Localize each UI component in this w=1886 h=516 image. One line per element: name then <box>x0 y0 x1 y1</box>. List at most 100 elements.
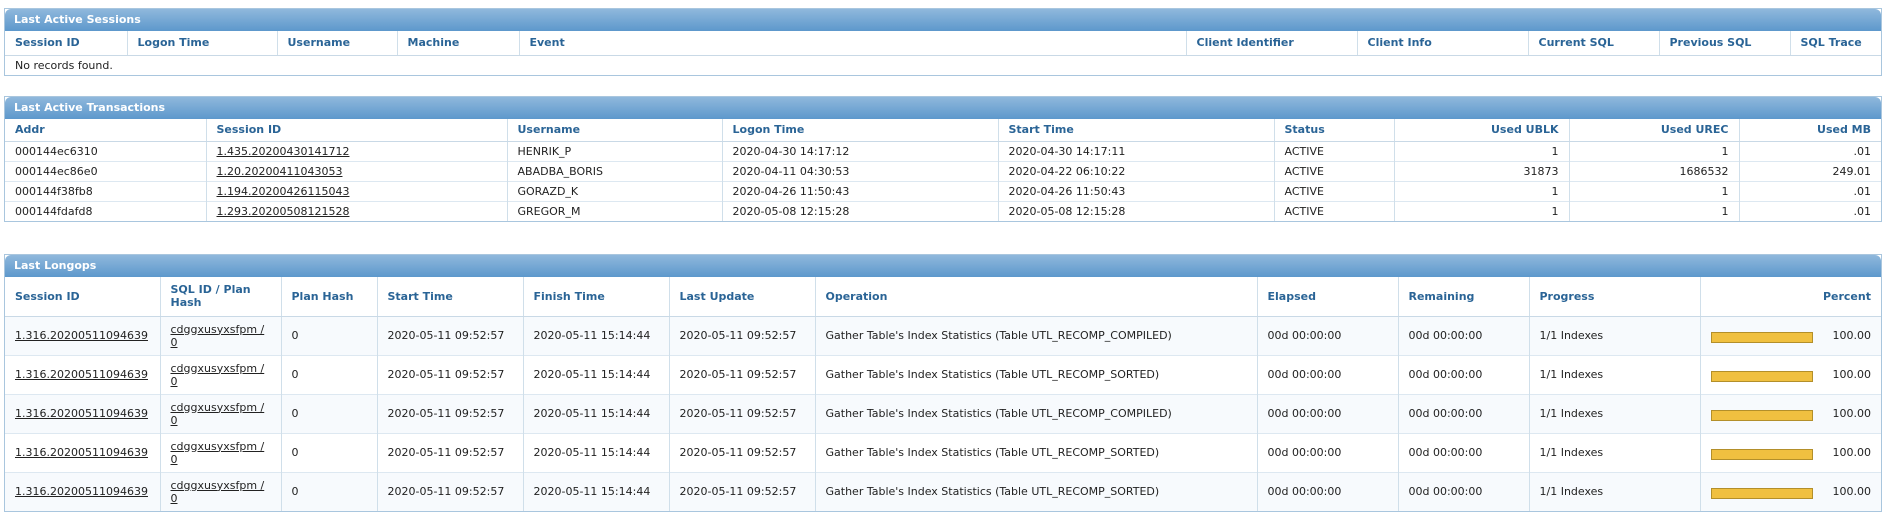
plan-value: 0 <box>170 452 178 466</box>
col-start-time[interactable]: Start Time <box>377 277 524 317</box>
col-status[interactable]: Status <box>1274 119 1395 142</box>
col-remaining[interactable]: Remaining <box>1398 277 1530 317</box>
col-client-identifier[interactable]: Client Identifier <box>1186 31 1358 56</box>
col-last-update[interactable]: Last Update <box>669 277 816 317</box>
status: ACTIVE <box>1274 160 1395 181</box>
session-link[interactable]: 1.316.20200511094639 <box>15 446 148 459</box>
col-previous-sql[interactable]: Previous SQL <box>1659 31 1791 56</box>
sessions-panel: Last Active Sessions Session ID Logon Ti… <box>4 8 1882 76</box>
session-link[interactable]: 1.316.20200511094639 <box>15 368 148 381</box>
start-time: 2020-04-22 06:10:22 <box>998 160 1275 181</box>
progress-bar <box>1710 448 1813 460</box>
elapsed: 00d 00:00:00 <box>1257 393 1399 433</box>
col-sql-trace[interactable]: SQL Trace <box>1790 31 1881 56</box>
plan-hash: 0 <box>281 471 378 511</box>
session-link[interactable]: 1.194.20200426115043 <box>217 185 350 198</box>
start-time: 2020-04-26 11:50:43 <box>998 180 1275 201</box>
addr: 000144fdafd8 <box>5 200 207 221</box>
col-used-mb[interactable]: Used MB <box>1739 119 1881 142</box>
plan-hash: 0 <box>281 315 378 355</box>
plan-value: 0 <box>170 374 178 388</box>
sql-id-link[interactable]: cdggxusyxsfpm /0 <box>171 323 265 349</box>
plan-value: 0 <box>170 413 178 427</box>
operation: Gather Table's Index Statistics (Table U… <box>815 432 1258 472</box>
session-link[interactable]: 1.435.20200430141712 <box>217 145 350 158</box>
logon-time: 2020-04-26 11:50:43 <box>722 180 999 201</box>
username: GORAZD_K <box>507 180 723 201</box>
col-percent[interactable]: Percent <box>1700 277 1881 317</box>
col-session-id[interactable]: Session ID <box>5 31 128 56</box>
elapsed: 00d 00:00:00 <box>1257 354 1399 394</box>
sql-id: cdggxusyxsfpm / <box>170 361 265 375</box>
col-finish-time[interactable]: Finish Time <box>523 277 670 317</box>
col-session-id[interactable]: Session ID <box>206 119 508 142</box>
remaining: 00d 00:00:00 <box>1398 432 1530 472</box>
col-addr[interactable]: Addr <box>5 119 207 142</box>
used-urec: 1 <box>1569 140 1740 161</box>
used-urec: 1 <box>1569 180 1740 201</box>
col-elapsed[interactable]: Elapsed <box>1257 277 1399 317</box>
sessions-table: Session ID Logon Time Username Machine E… <box>5 31 1881 75</box>
last-update: 2020-05-11 09:52:57 <box>669 471 816 511</box>
progress: 1/1 Indexes <box>1529 471 1701 511</box>
start-time: 2020-05-11 09:52:57 <box>377 315 524 355</box>
start-time: 2020-05-11 09:52:57 <box>377 354 524 394</box>
col-sql-id-plan-hash[interactable]: SQL ID / Plan Hash <box>160 277 282 317</box>
logon-time: 2020-05-08 12:15:28 <box>722 200 999 221</box>
progress: 1/1 Indexes <box>1529 432 1701 472</box>
addr: 000144f38fb8 <box>5 180 207 201</box>
sql-id-link[interactable]: cdggxusyxsfpm /0 <box>171 401 265 427</box>
start-time: 2020-05-08 12:15:28 <box>998 200 1275 221</box>
col-machine[interactable]: Machine <box>397 31 520 56</box>
used-ublk: 1 <box>1394 180 1570 201</box>
session-link[interactable]: 1.316.20200511094639 <box>15 329 148 342</box>
col-operation[interactable]: Operation <box>815 277 1258 317</box>
used-urec: 1 <box>1569 200 1740 221</box>
percent-cell: 100.00 <box>1700 471 1881 511</box>
status: ACTIVE <box>1274 140 1395 161</box>
longops-panel-title: Last Longops <box>5 255 1881 277</box>
col-used-ublk[interactable]: Used UBLK <box>1394 119 1570 142</box>
session-link[interactable]: 1.316.20200511094639 <box>15 407 148 420</box>
table-row: 1.316.20200511094639 cdggxusyxsfpm /0 0 … <box>5 432 1881 472</box>
session-link[interactable]: 1.20.20200411043053 <box>217 165 343 178</box>
longops-panel: Last Longops Session ID SQL ID / Plan Ha… <box>4 254 1882 512</box>
status: ACTIVE <box>1274 200 1395 221</box>
start-time: 2020-05-11 09:52:57 <box>377 393 524 433</box>
operation: Gather Table's Index Statistics (Table U… <box>815 315 1258 355</box>
addr: 000144ec86e0 <box>5 160 207 181</box>
empty-message: No records found. <box>5 54 1881 75</box>
used-ublk: 1 <box>1394 200 1570 221</box>
sql-id-link[interactable]: cdggxusyxsfpm /0 <box>171 479 265 505</box>
col-username[interactable]: Username <box>277 31 398 56</box>
col-event[interactable]: Event <box>519 31 1187 56</box>
start-time: 2020-05-11 09:52:57 <box>377 432 524 472</box>
col-plan-hash[interactable]: Plan Hash <box>281 277 378 317</box>
col-logon-time[interactable]: Logon Time <box>127 31 278 56</box>
col-current-sql[interactable]: Current SQL <box>1528 31 1660 56</box>
col-session-id[interactable]: Session ID <box>5 277 161 317</box>
table-row: 000144ec6310 1.435.20200430141712 HENRIK… <box>5 140 1881 161</box>
used-mb: .01 <box>1739 200 1881 221</box>
col-progress[interactable]: Progress <box>1529 277 1701 317</box>
finish-time: 2020-05-11 15:14:44 <box>523 471 670 511</box>
used-ublk: 1 <box>1394 140 1570 161</box>
session-link[interactable]: 1.293.20200508121528 <box>217 205 350 218</box>
sql-id: cdggxusyxsfpm / <box>170 439 265 453</box>
percent-cell: 100.00 <box>1700 315 1881 355</box>
operation: Gather Table's Index Statistics (Table U… <box>815 471 1258 511</box>
finish-time: 2020-05-11 15:14:44 <box>523 432 670 472</box>
col-start-time[interactable]: Start Time <box>998 119 1275 142</box>
sql-id-link[interactable]: cdggxusyxsfpm /0 <box>171 440 265 466</box>
session-link[interactable]: 1.316.20200511094639 <box>15 485 148 498</box>
col-client-info[interactable]: Client Info <box>1357 31 1529 56</box>
plan-hash: 0 <box>281 393 378 433</box>
col-username[interactable]: Username <box>507 119 723 142</box>
last-update: 2020-05-11 09:52:57 <box>669 354 816 394</box>
col-used-urec[interactable]: Used UREC <box>1569 119 1740 142</box>
sql-id-link[interactable]: cdggxusyxsfpm /0 <box>171 362 265 388</box>
addr: 000144ec6310 <box>5 140 207 161</box>
finish-time: 2020-05-11 15:14:44 <box>523 393 670 433</box>
plan-value: 0 <box>170 335 178 349</box>
col-logon-time[interactable]: Logon Time <box>722 119 999 142</box>
